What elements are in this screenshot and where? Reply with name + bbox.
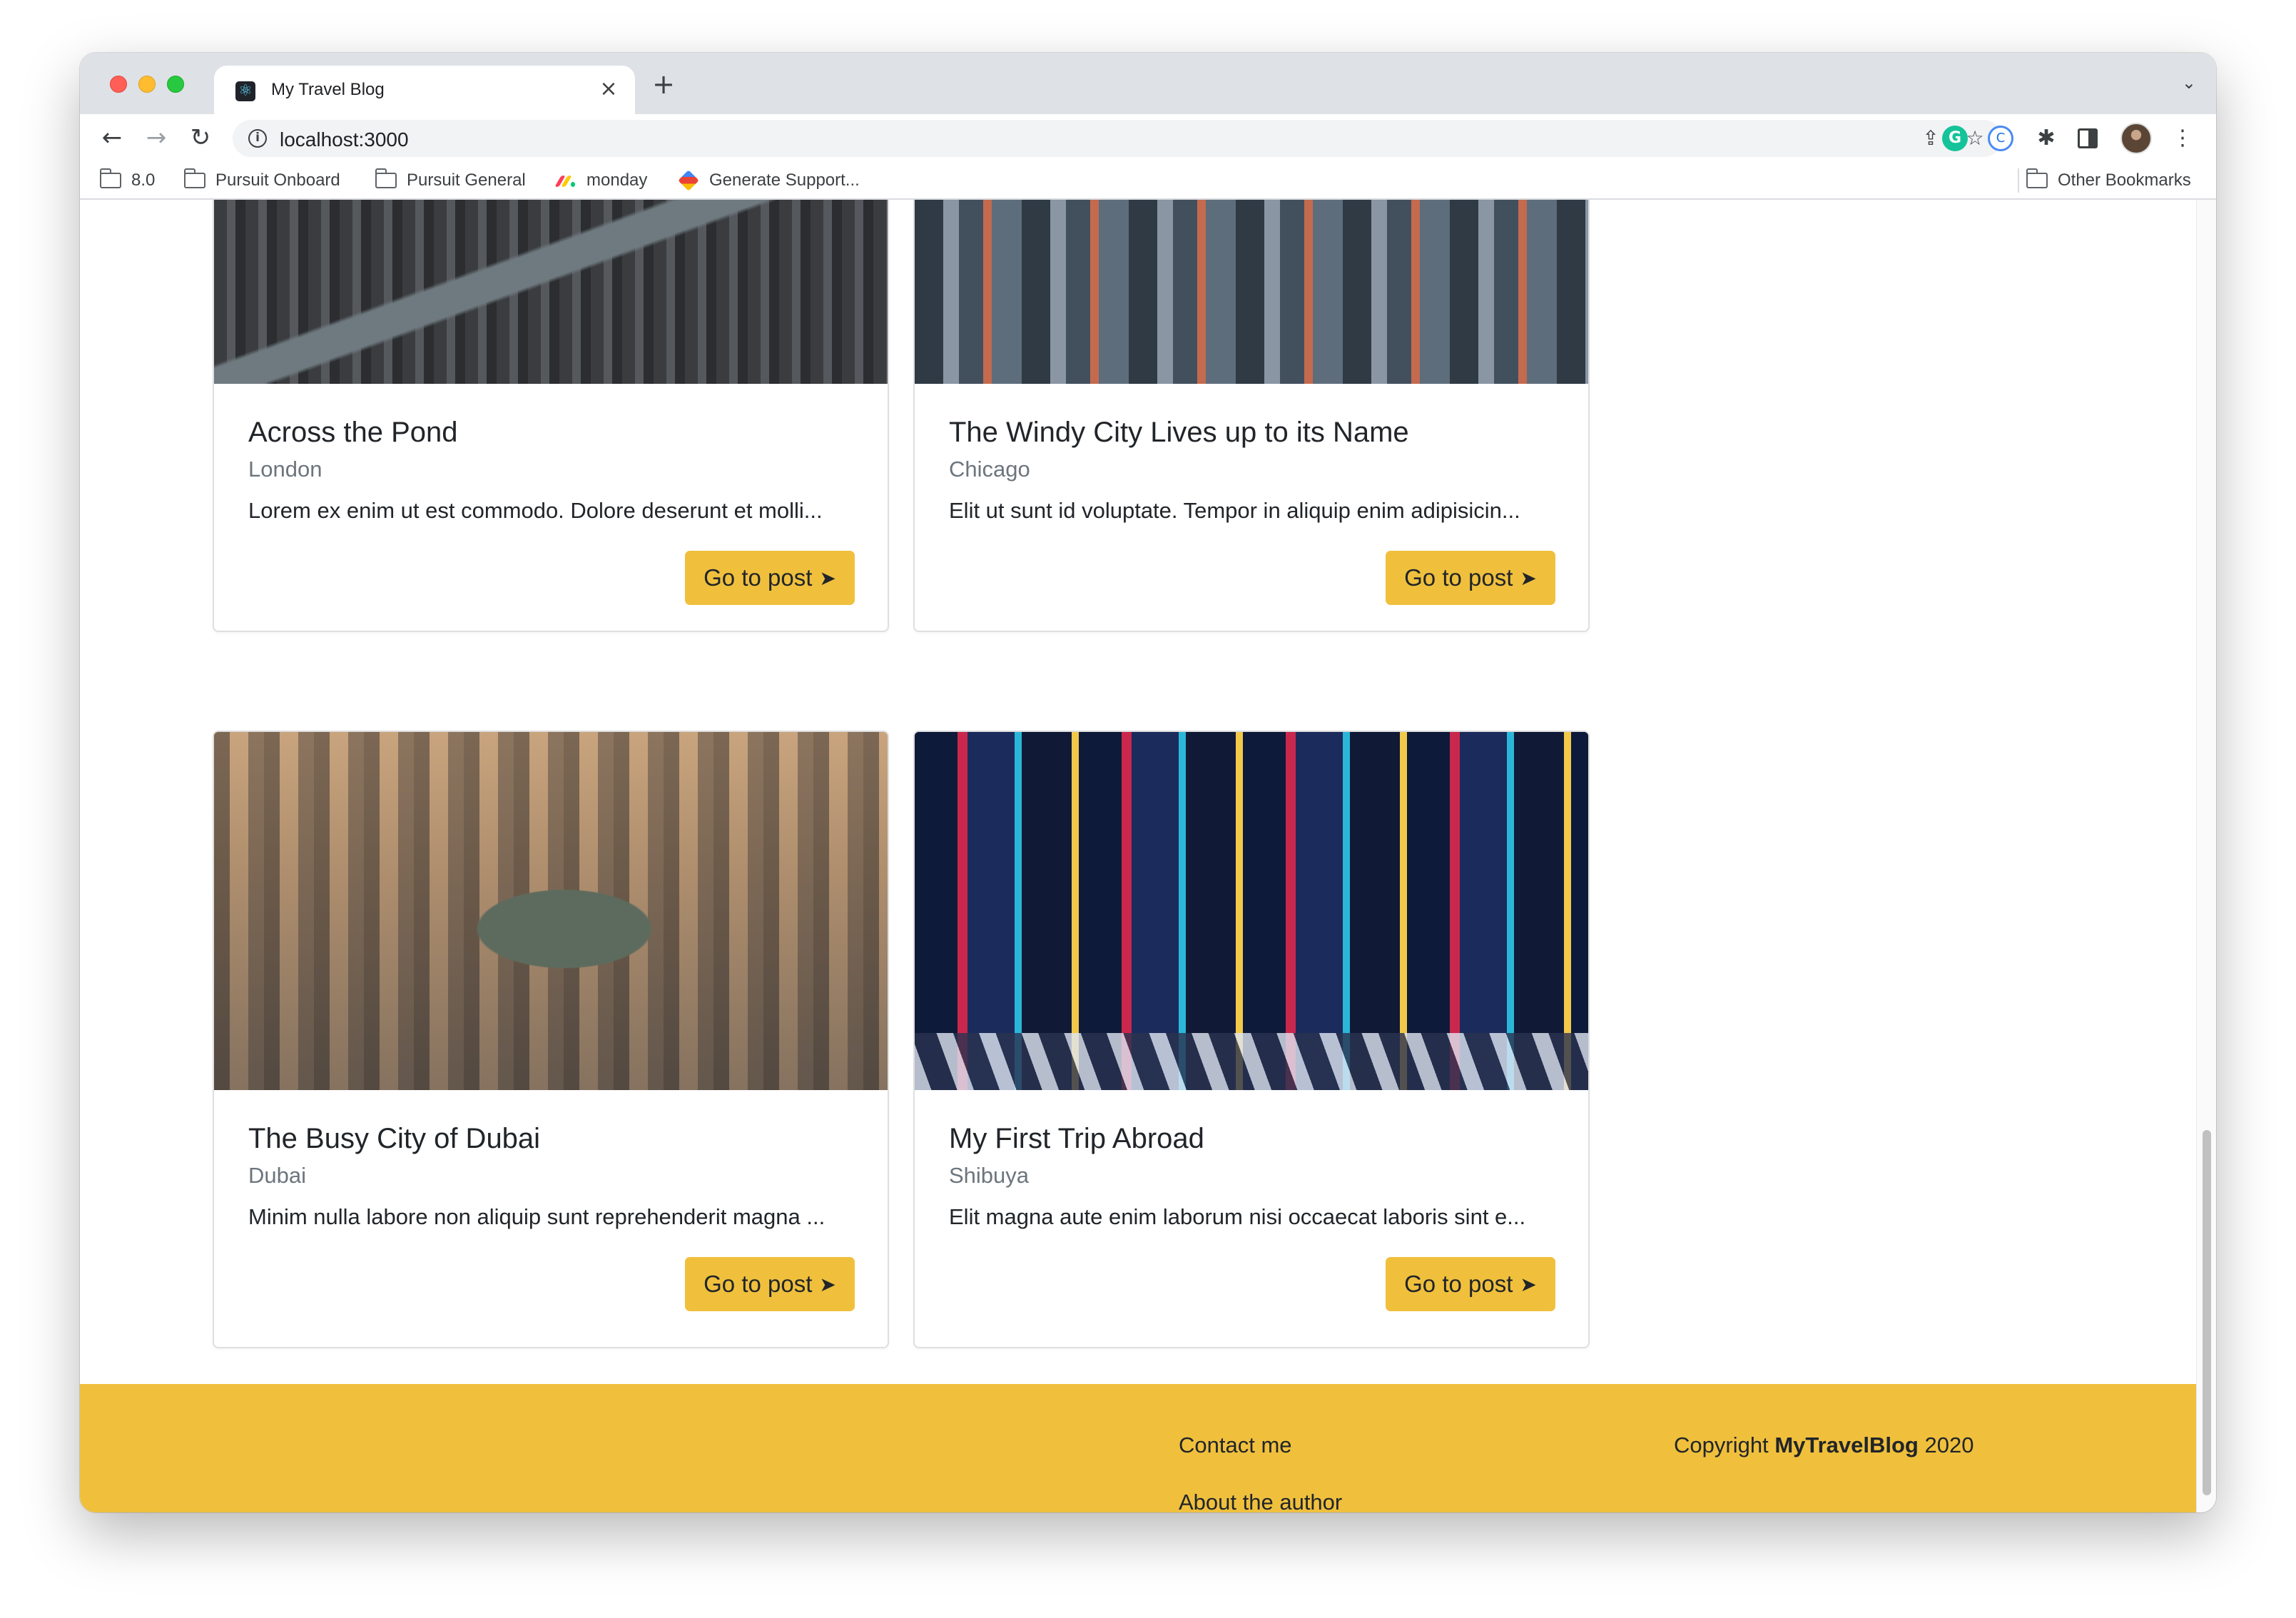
tab-title: My Travel Blog [271,80,385,99]
folder-icon [2026,168,2048,188]
bookmark-label: Pursuit Onboard [215,171,340,190]
share-icon[interactable]: ⇪ [1918,126,1944,151]
arrow-right-icon: ➤ [1520,1272,1537,1296]
extension-icon[interactable]: C [1988,126,2013,151]
contact-me-link[interactable]: Contact me [1179,1433,1292,1458]
post-image-shibuya [915,732,1588,1090]
post-location: Chicago [949,457,1030,482]
copyright-brand: MyTravelBlog [1774,1433,1919,1457]
post-excerpt: Elit magna aute enim laborum nisi occaec… [949,1204,1526,1229]
post-excerpt: Lorem ex enim ut est commodo. Dolore des… [248,498,823,523]
generate-support-icon [678,170,699,191]
forward-arrow-icon[interactable]: → [140,121,173,154]
arrow-right-icon: ➤ [819,1272,836,1296]
post-location: London [248,457,322,482]
monday-icon [554,174,575,187]
arrow-right-icon: ➤ [819,566,836,590]
bookmark-8-0[interactable]: 8.0 [99,168,156,191]
post-card: Across the Pond London Lorem ex enim ut … [213,200,889,632]
close-window-button[interactable] [110,76,127,93]
address-bar[interactable]: i localhost:3000 ⇪ ☆ [233,120,2002,157]
post-location: Shibuya [949,1163,1030,1188]
new-tab-button[interactable]: + [648,68,679,100]
folder-icon [183,168,205,188]
tab-my-travel-blog[interactable]: ⚛ My Travel Blog × [214,66,635,114]
copyright-text: Copyright MyTravelBlog 2020 [1674,1433,1974,1458]
page-viewport: Across the Pond London Lorem ex enim ut … [80,200,2216,1512]
post-excerpt: Minim nulla labore non aliquip sunt repr… [248,1204,826,1229]
bookmark-generate-support[interactable]: Generate Support... [678,170,860,191]
site-footer: Contact me About the author Copyright My… [80,1384,2196,1512]
post-image-london [214,200,888,384]
bookmark-label: Pursuit General [407,171,526,190]
button-label: Go to post [1404,564,1513,591]
browser-window: ⚛ My Travel Blog × + ⌄ ← → ↻ i localhost… [80,53,2216,1512]
bookmark-label: Generate Support... [709,171,860,190]
post-title: The Windy City Lives up to its Name [949,417,1409,448]
react-favicon-icon: ⚛ [235,81,255,101]
post-title: Across the Pond [248,417,458,448]
about-author-link[interactable]: About the author [1179,1490,1342,1512]
post-image-chicago [915,200,1588,384]
grammarly-extension-icon[interactable]: G [1942,126,1968,151]
button-label: Go to post [703,564,813,591]
extensions-puzzle-icon[interactable]: ✱ [2033,126,2059,151]
arrow-right-icon: ➤ [1520,566,1537,590]
button-label: Go to post [703,1271,813,1297]
bookmark-label: 8.0 [131,171,156,190]
go-to-post-button[interactable]: Go to post ➤ [685,551,855,605]
bookmarks-divider [2018,168,2019,193]
go-to-post-button[interactable]: Go to post ➤ [1386,551,1555,605]
vertical-scrollbar[interactable] [2196,200,2216,1512]
post-card: My First Trip Abroad Shibuya Elit magna … [913,731,1590,1348]
go-to-post-button[interactable]: Go to post ➤ [1386,1257,1555,1311]
profile-avatar[interactable] [2120,123,2152,154]
post-card: The Busy City of Dubai Dubai Minim nulla… [213,731,889,1348]
post-image-dubai [214,732,888,1090]
post-card: The Windy City Lives up to its Name Chic… [913,200,1590,632]
tab-close-icon[interactable]: × [596,77,621,101]
tab-strip: ⚛ My Travel Blog × + ⌄ [80,53,2216,114]
copyright-prefix: Copyright [1674,1433,1769,1457]
kebab-menu-icon[interactable]: ⋮ [2172,123,2193,154]
back-arrow-icon[interactable]: ← [96,121,128,154]
bookmark-label: Other Bookmarks [2058,171,2191,190]
bookmark-label: monday [586,171,648,190]
reload-icon[interactable]: ↻ [184,121,217,154]
folder-icon [375,168,397,188]
scrollbar-thumb[interactable] [2203,1130,2211,1495]
folder-icon [99,168,121,188]
url-text[interactable]: localhost:3000 [280,128,409,151]
site-info-icon[interactable]: i [248,129,267,148]
go-to-post-button[interactable]: Go to post ➤ [685,1257,855,1311]
bookmark-other-bookmarks[interactable]: Other Bookmarks [2026,168,2191,191]
bookmark-monday[interactable]: monday [554,170,648,191]
bookmark-pursuit-general[interactable]: Pursuit General [375,168,526,191]
bookmark-pursuit-onboard[interactable]: Pursuit Onboard [183,168,340,191]
post-excerpt: Elit ut sunt id voluptate. Tempor in ali… [949,498,1520,523]
side-panel-icon[interactable] [2078,128,2098,148]
post-title: My First Trip Abroad [949,1123,1204,1154]
button-label: Go to post [1404,1271,1513,1297]
minimize-window-button[interactable] [138,76,156,93]
tab-search-chevron-icon[interactable]: ⌄ [2182,73,2196,93]
post-title: The Busy City of Dubai [248,1123,541,1154]
bookmarks-bar: 8.0 Pursuit Onboard Pursuit General mond… [80,161,2216,200]
copyright-year: 2020 [1924,1433,1974,1457]
zoom-window-button[interactable] [167,76,184,93]
about-author-label: About the author [1179,1490,1343,1512]
post-location: Dubai [248,1163,306,1188]
browser-toolbar: ← → ↻ i localhost:3000 ⇪ ☆ G C ✱ ⋮ [80,114,2216,161]
